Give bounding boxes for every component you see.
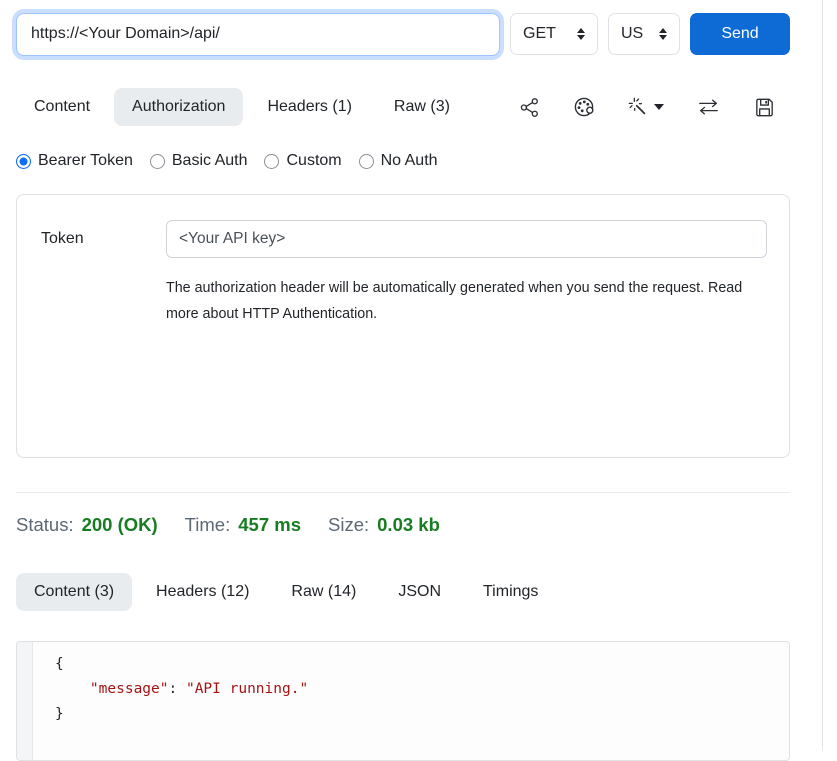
method-select[interactable]: GET: [510, 13, 598, 55]
status-value: 200 (OK): [82, 514, 158, 536]
toolbar: [518, 95, 790, 119]
radio-label: Bearer Token: [38, 152, 133, 170]
radio-bearer-token[interactable]: Bearer Token: [16, 152, 133, 170]
time-value: 457 ms: [238, 514, 301, 536]
request-bar: GET US Send: [16, 8, 790, 60]
tab-authorization[interactable]: Authorization: [114, 88, 243, 126]
page-edge-divider: [822, 0, 823, 750]
size-pair: Size: 0.03 kb: [328, 514, 440, 536]
radio-label: No Auth: [381, 152, 438, 170]
time-label: Time:: [185, 514, 231, 536]
url-input[interactable]: [16, 13, 500, 56]
json-indent: [55, 681, 90, 697]
updown-arrows-icon: [659, 28, 667, 40]
updown-arrows-icon: [577, 28, 585, 40]
request-tabs: Content Authorization Headers (1) Raw (3…: [16, 88, 468, 126]
radio-no-auth[interactable]: No Auth: [359, 152, 438, 170]
region-select-value: US: [621, 25, 643, 43]
tab-content[interactable]: Content: [16, 88, 108, 126]
radio-icon: [16, 154, 31, 169]
radio-basic-auth[interactable]: Basic Auth: [150, 152, 248, 170]
method-select-value: GET: [523, 25, 556, 43]
json-key: "message": [90, 681, 169, 697]
send-button[interactable]: Send: [690, 13, 790, 55]
size-label: Size:: [328, 514, 369, 536]
status-label: Status:: [16, 514, 74, 536]
radio-icon: [264, 154, 279, 169]
response-tab-raw[interactable]: Raw (14): [273, 573, 374, 611]
region-select[interactable]: US: [608, 13, 680, 55]
json-punct: :: [169, 681, 186, 697]
auth-options: Bearer Token Basic Auth Custom No Auth: [16, 152, 790, 170]
radio-label: Custom: [286, 152, 341, 170]
radio-icon: [359, 154, 374, 169]
json-punct: {: [55, 656, 64, 672]
code-gutter: [17, 642, 33, 760]
response-tab-content[interactable]: Content (3): [16, 573, 132, 611]
token-help-text: The authorization header will be automat…: [166, 275, 774, 327]
magic-wand-icon[interactable]: [627, 96, 664, 118]
response-status-row: Status: 200 (OK) Time: 457 ms Size: 0.03…: [16, 514, 790, 536]
tab-headers[interactable]: Headers (1): [249, 88, 369, 126]
token-row: Token: [41, 220, 767, 258]
json-line: {: [55, 652, 308, 677]
json-line: "message": "API running.": [55, 677, 308, 702]
swap-arrows-icon[interactable]: [695, 96, 722, 118]
json-line: }: [55, 702, 308, 727]
response-tabs: Content (3) Headers (12) Raw (14) JSON T…: [16, 573, 790, 611]
tab-raw[interactable]: Raw (3): [376, 88, 468, 126]
response-body-viewer[interactable]: { "message": "API running." }: [16, 641, 790, 761]
section-divider: [16, 492, 790, 493]
palette-icon[interactable]: [572, 95, 596, 119]
token-input[interactable]: [166, 220, 767, 258]
request-tabs-row: Content Authorization Headers (1) Raw (3…: [16, 88, 790, 126]
time-pair: Time: 457 ms: [185, 514, 301, 536]
json-value: "API running.": [186, 681, 308, 697]
token-panel: Token The authorization header will be a…: [16, 194, 790, 458]
status-pair: Status: 200 (OK): [16, 514, 158, 536]
save-icon[interactable]: [753, 96, 776, 119]
size-value: 0.03 kb: [377, 514, 440, 536]
radio-custom[interactable]: Custom: [264, 152, 341, 170]
radio-label: Basic Auth: [172, 152, 248, 170]
response-tab-json[interactable]: JSON: [380, 573, 459, 611]
response-json: { "message": "API running." }: [33, 642, 308, 760]
chevron-down-icon: [654, 104, 664, 110]
radio-icon: [150, 154, 165, 169]
token-label: Token: [41, 230, 166, 248]
api-client-page: GET US Send Content Authorization Header…: [0, 0, 790, 761]
response-tab-timings[interactable]: Timings: [465, 573, 556, 611]
response-tab-headers[interactable]: Headers (12): [138, 573, 267, 611]
share-icon[interactable]: [518, 96, 541, 119]
json-punct: }: [55, 706, 64, 722]
